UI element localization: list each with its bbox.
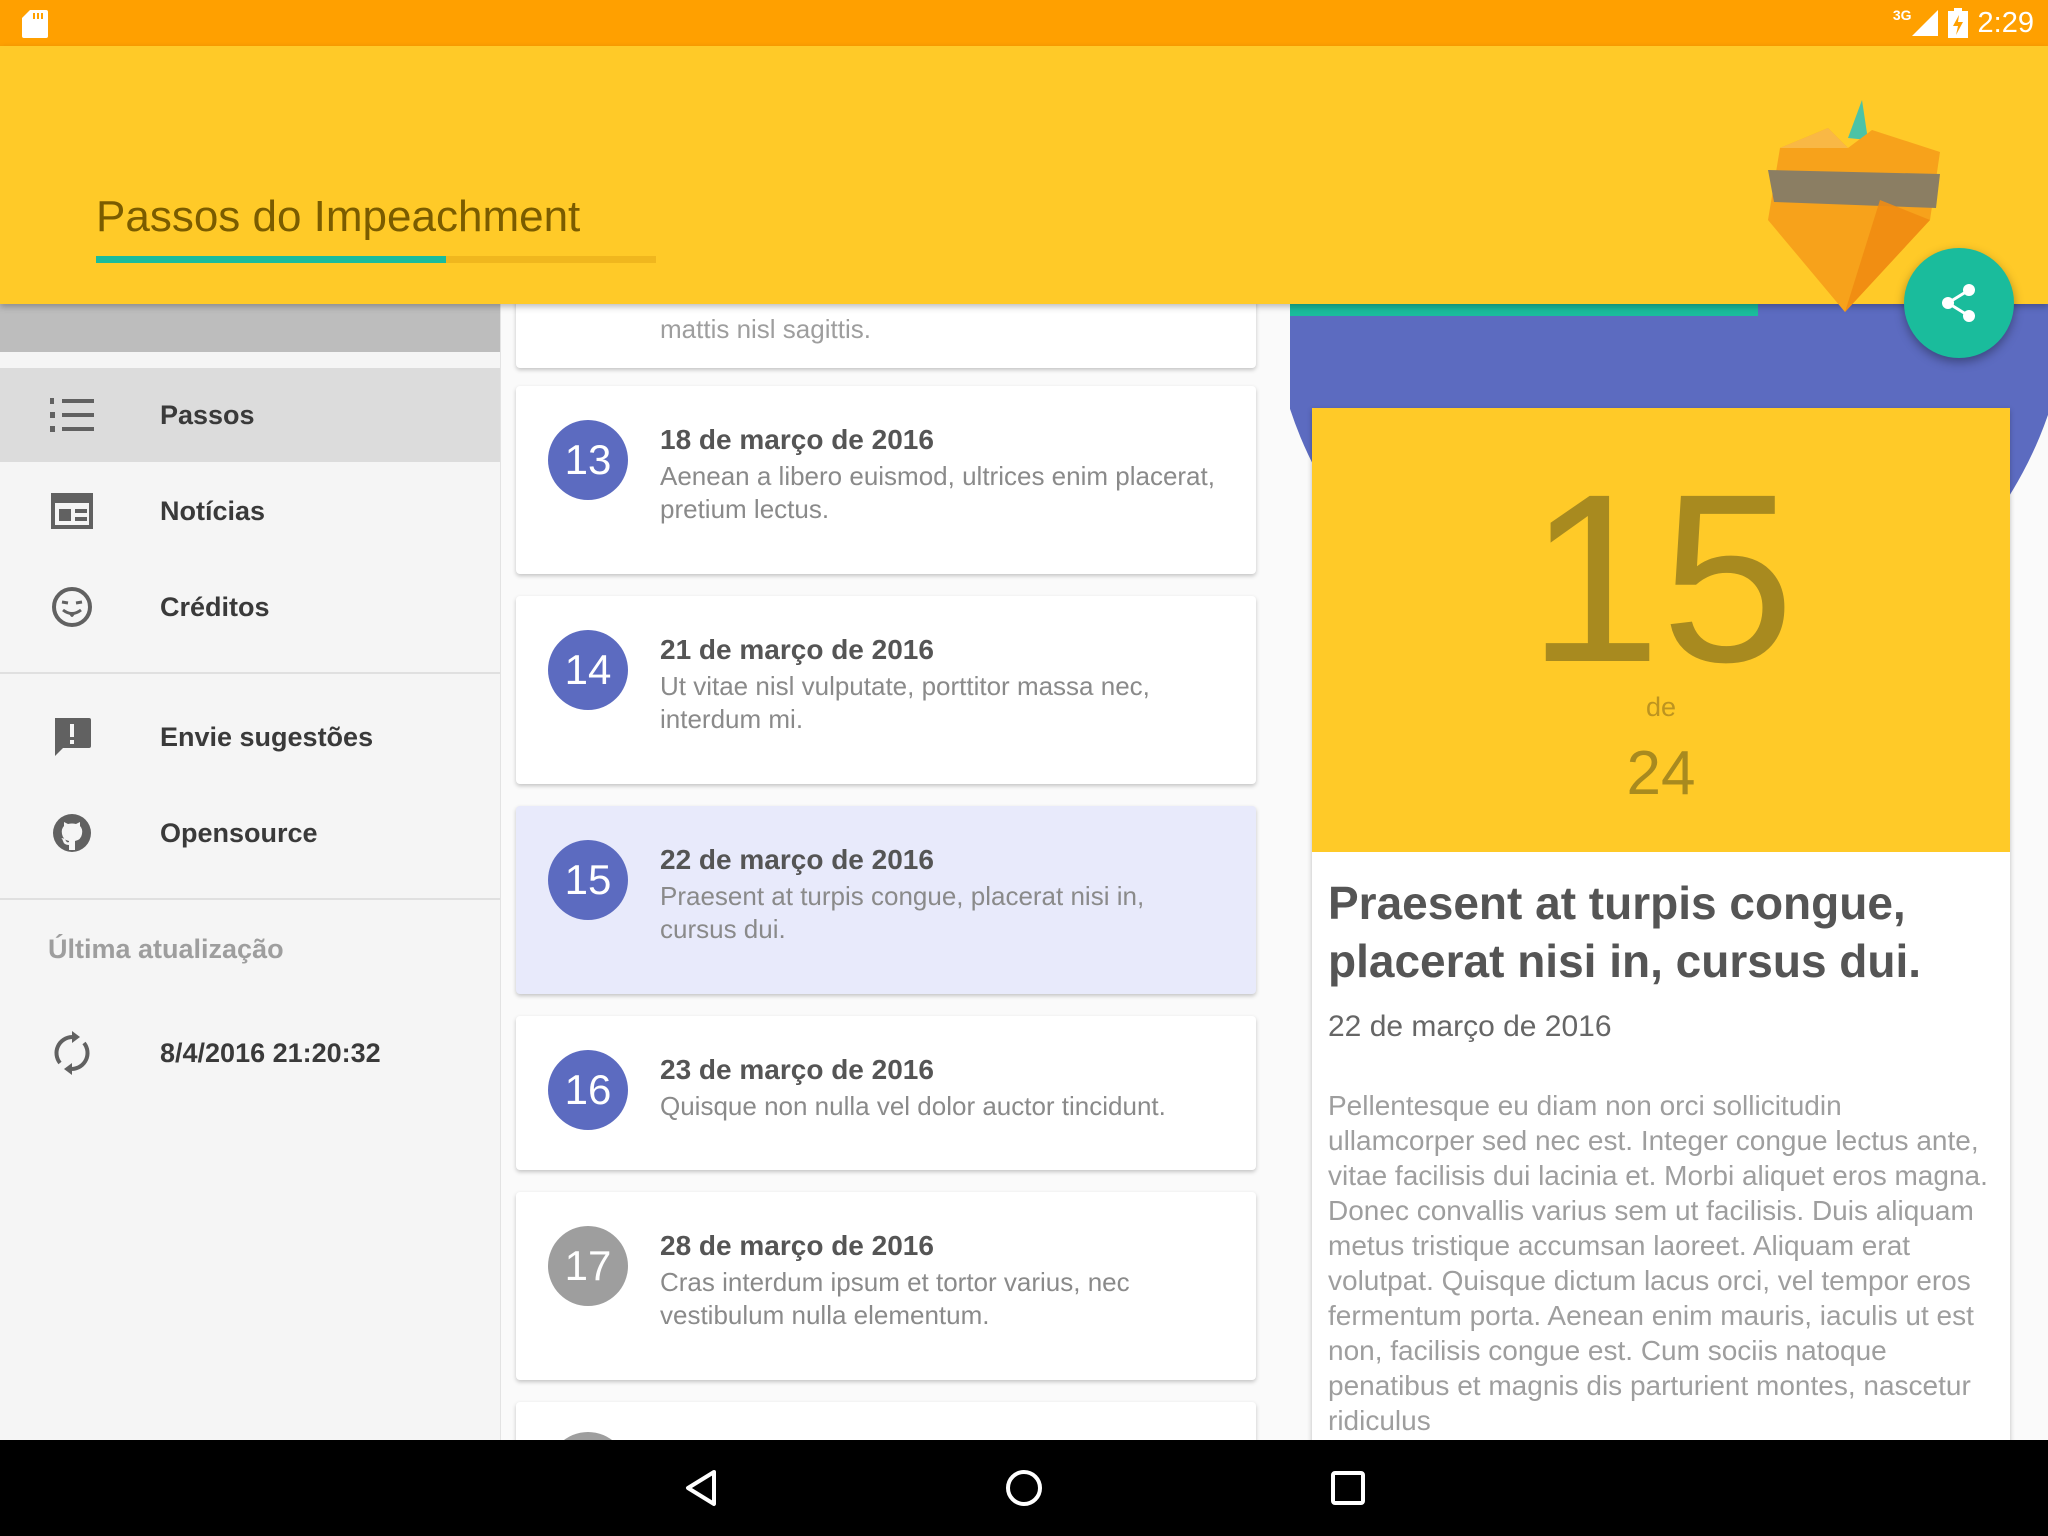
- recents-icon: [1331, 1471, 1365, 1505]
- nav-item-label: Notícias: [160, 495, 266, 526]
- step-desc: mattis nisl sagittis.: [660, 314, 871, 344]
- step-desc: Cras interdum ipsum et tortor varius, ne…: [660, 1267, 1130, 1330]
- step-card[interactable]: 16 23 de março de 2016 Quisque non nulla…: [516, 1016, 1256, 1170]
- battery-charging-icon: [1947, 8, 1968, 38]
- nav-item-passos[interactable]: Passos: [0, 368, 500, 462]
- nav-item-opensource[interactable]: Opensource: [0, 786, 500, 880]
- signal-icon: [1911, 10, 1938, 36]
- network-type-label: 3G: [1892, 7, 1912, 23]
- system-navigation-bar: [0, 1440, 2048, 1536]
- nav-item-label: Opensource: [160, 817, 318, 848]
- drawer-header: [0, 304, 500, 352]
- last-update-value: 8/4/2016 21:20:32: [160, 1037, 381, 1068]
- divider: [0, 898, 500, 900]
- back-button[interactable]: [676, 1462, 728, 1514]
- of-label: de: [1645, 692, 1677, 722]
- step-card-partial[interactable]: mattis nisl sagittis.: [516, 304, 1256, 368]
- total-steps-number: 24: [1626, 739, 1696, 808]
- newspaper-icon: [48, 487, 96, 535]
- step-card-partial[interactable]: [516, 1402, 1256, 1440]
- step-desc: Quisque non nulla vel dolor auctor tinci…: [660, 1091, 1166, 1121]
- list-numbered-icon: [48, 391, 96, 439]
- step-desc: Ut vitae nisl vulputate, porttitor massa…: [660, 671, 1150, 734]
- step-date: 21 de março de 2016: [660, 634, 934, 665]
- step-number-badge: 15: [548, 840, 628, 920]
- step-date: 22 de março de 2016: [660, 844, 934, 875]
- nav-item-label: Passos: [160, 399, 255, 430]
- nav-item-envie-sugestoes[interactable]: Envie sugestões: [0, 690, 500, 784]
- progress-fill: [96, 256, 446, 263]
- last-update-label: Última atualização: [48, 934, 284, 964]
- detail-progress-strip: [1290, 304, 1758, 316]
- detail-body: Pellentesque eu diam non orci sollicitud…: [1328, 1090, 1988, 1436]
- page-title: Passos do Impeachment: [96, 192, 581, 241]
- step-detail-pane: 15 de 24 Praesent at turpis congue, plac…: [1290, 304, 2048, 1440]
- clock: 2:29: [1977, 6, 2034, 39]
- home-button[interactable]: [998, 1462, 1050, 1514]
- step-number-badge: 17: [548, 1226, 628, 1306]
- status-bar: 3G 2:29: [0, 0, 2048, 46]
- step-number-badge: 14: [548, 630, 628, 710]
- overall-progress-bar: [96, 256, 656, 263]
- step-number-badge: 16: [548, 1050, 628, 1130]
- step-card[interactable]: 13 18 de março de 2016 Aenean a libero e…: [516, 386, 1256, 574]
- step-date: 23 de março de 2016: [660, 1054, 934, 1085]
- step-card[interactable]: 17 28 de março de 2016 Cras interdum ips…: [516, 1192, 1256, 1380]
- app-bar: Passos do Impeachment: [0, 46, 2048, 312]
- last-update-row: 8/4/2016 21:20:32: [0, 1006, 500, 1100]
- share-button[interactable]: [1904, 248, 2014, 358]
- back-icon: [686, 1470, 716, 1506]
- step-counter: 15 de 24: [1312, 408, 2010, 852]
- nav-item-label: Créditos: [160, 591, 270, 622]
- step-date: 28 de março de 2016: [660, 1230, 934, 1261]
- step-date: 18 de março de 2016: [660, 424, 934, 455]
- step-number-badge: [548, 1432, 628, 1440]
- home-icon: [1006, 1470, 1042, 1506]
- step-detail-card[interactable]: 15 de 24 Praesent at turpis congue, plac…: [1312, 408, 2010, 1440]
- nav-item-noticias[interactable]: Notícias: [0, 464, 500, 558]
- recents-button[interactable]: [1322, 1462, 1374, 1514]
- divider: [0, 672, 500, 674]
- detail-date: 22 de março de 2016: [1328, 1010, 1612, 1043]
- sync-icon: [48, 1029, 96, 1077]
- nav-item-creditos[interactable]: Créditos: [0, 560, 500, 654]
- github-icon: [48, 809, 96, 857]
- emoticon-tongue-icon: [48, 583, 96, 631]
- feedback-icon: [48, 713, 96, 761]
- step-card-selected[interactable]: 15 22 de março de 2016 Praesent at turpi…: [516, 806, 1256, 994]
- steps-list[interactable]: mattis nisl sagittis. 13 18 de março de …: [500, 304, 1290, 1440]
- sd-card-icon: [22, 10, 48, 38]
- step-card[interactable]: 14 21 de março de 2016 Ut vitae nisl vul…: [516, 596, 1256, 784]
- step-desc: Aenean a libero euismod, ultrices enim p…: [660, 461, 1215, 524]
- share-icon: [1942, 284, 1975, 322]
- current-step-number: 15: [1527, 444, 1795, 712]
- detail-title: Praesent at turpis congue, placerat nisi…: [1328, 877, 1922, 987]
- step-desc: Praesent at turpis congue, placerat nisi…: [660, 881, 1145, 944]
- navigation-drawer: Passos Notícias Créditos Envie sugestões…: [0, 304, 501, 1440]
- step-number-badge: 13: [548, 420, 628, 500]
- nav-item-label: Envie sugestões: [160, 721, 374, 752]
